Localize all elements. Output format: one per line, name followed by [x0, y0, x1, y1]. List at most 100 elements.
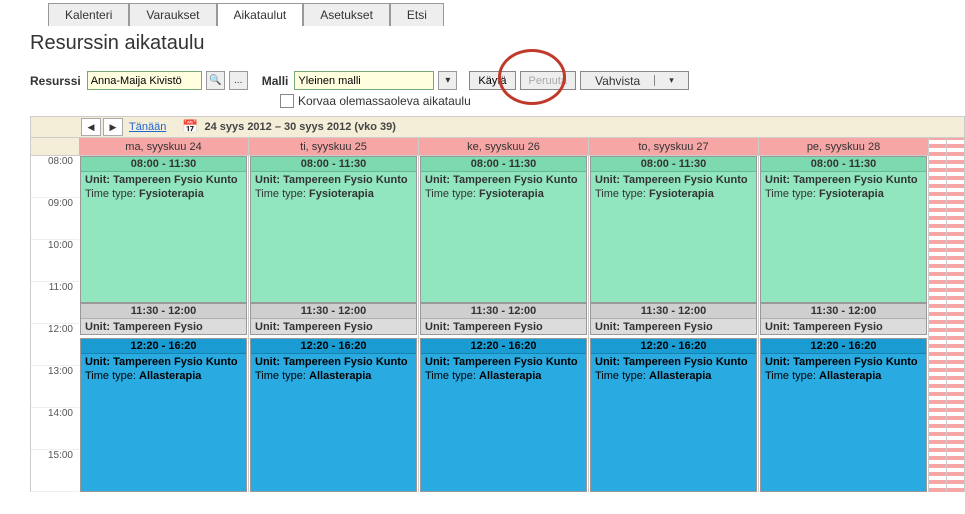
- search-icon[interactable]: 🔍: [206, 71, 225, 90]
- event-body: Unit: Tampereen Fysio: [251, 319, 416, 335]
- time-label: 14:00: [31, 408, 79, 450]
- time-label: 13:00: [31, 366, 79, 408]
- calendar-icon[interactable]: 📅: [182, 119, 198, 135]
- event-time: 11:30 - 12:00: [761, 304, 926, 319]
- event-body: Unit: Tampereen Fysio KuntoTime type: Fy…: [81, 172, 246, 204]
- dropdown-icon[interactable]: ▾: [438, 71, 457, 90]
- event-time: 11:30 - 12:00: [81, 304, 246, 319]
- time-cells: 08:0009:0010:0011:0012:0013:0014:0015:00: [31, 156, 79, 492]
- time-label: 12:00: [31, 324, 79, 366]
- day-column: ke, syyskuu 2608:00 - 11:30Unit: Tampere…: [419, 138, 589, 492]
- date-range: 24 syys 2012 – 30 syys 2012 (vko 39): [205, 121, 396, 133]
- calendar-grid: 08:0009:0010:0011:0012:0013:0014:0015:00…: [30, 138, 965, 492]
- event-time: 12:20 - 16:20: [81, 339, 246, 354]
- event-body: Unit: Tampereen Fysio: [421, 319, 586, 335]
- event-body: Unit: Tampereen Fysio KuntoTime type: Fy…: [421, 172, 586, 204]
- tab-asetukset[interactable]: Asetukset: [303, 3, 390, 26]
- resurssi-label: Resurssi: [30, 74, 81, 88]
- calendar-event[interactable]: 11:30 - 12:00Unit: Tampereen Fysio: [80, 303, 247, 335]
- calendar-event[interactable]: 12:20 - 16:20Unit: Tampereen Fysio Kunto…: [420, 338, 587, 492]
- apply-button[interactable]: Käytä: [469, 71, 515, 90]
- calendar: ◀ ▶ Tänään 📅 24 syys 2012 – 30 syys 2012…: [30, 116, 965, 492]
- tab-etsi[interactable]: Etsi: [390, 3, 444, 26]
- event-time: 11:30 - 12:00: [591, 304, 756, 319]
- confirm-select[interactable]: Vahvista ▾: [580, 71, 689, 90]
- day-header: ti, syyskuu 25: [249, 138, 418, 156]
- event-time: 08:00 - 11:30: [81, 157, 246, 172]
- time-label: 10:00: [31, 240, 79, 282]
- page-title: Resurssin aikataulu: [30, 32, 965, 55]
- cancel-button: Peruuta: [520, 71, 577, 90]
- calendar-event[interactable]: 08:00 - 11:30Unit: Tampereen Fysio Kunto…: [760, 156, 927, 303]
- event-body: Unit: Tampereen Fysio KuntoTime type: Al…: [251, 354, 416, 386]
- time-label: 09:00: [31, 198, 79, 240]
- event-time: 08:00 - 11:30: [421, 157, 586, 172]
- day-slots: 08:00 - 11:30Unit: Tampereen Fysio Kunto…: [589, 156, 758, 492]
- day-header: pe, syyskuu 28: [759, 138, 928, 156]
- weekend-sat: [929, 138, 947, 492]
- calendar-event[interactable]: 08:00 - 11:30Unit: Tampereen Fysio Kunto…: [80, 156, 247, 303]
- day-columns: ma, syyskuu 2408:00 - 11:30Unit: Tampere…: [79, 138, 929, 492]
- day-header: ma, syyskuu 24: [79, 138, 248, 156]
- tab-aikataulut[interactable]: Aikataulut: [217, 3, 304, 26]
- event-time: 11:30 - 12:00: [421, 304, 586, 319]
- event-body: Unit: Tampereen Fysio KuntoTime type: Al…: [421, 354, 586, 386]
- confirm-label: Vahvista: [581, 74, 654, 88]
- calendar-event[interactable]: 11:30 - 12:00Unit: Tampereen Fysio: [420, 303, 587, 335]
- weekend-sun: [947, 138, 965, 492]
- calendar-event[interactable]: 11:30 - 12:00Unit: Tampereen Fysio: [250, 303, 417, 335]
- calendar-event[interactable]: 12:20 - 16:20Unit: Tampereen Fysio Kunto…: [590, 338, 757, 492]
- controls-row: Resurssi 🔍 ... Malli ▾ Käytä Peruuta Vah…: [30, 71, 965, 90]
- event-body: Unit: Tampereen Fysio KuntoTime type: Fy…: [761, 172, 926, 204]
- calendar-event[interactable]: 11:30 - 12:00Unit: Tampereen Fysio: [590, 303, 757, 335]
- event-body: Unit: Tampereen Fysio: [761, 319, 926, 335]
- day-header: to, syyskuu 27: [589, 138, 758, 156]
- calendar-event[interactable]: 12:20 - 16:20Unit: Tampereen Fysio Kunto…: [80, 338, 247, 492]
- browse-button[interactable]: ...: [229, 71, 248, 90]
- overwrite-row: Korvaa olemassaoleva aikataulu: [280, 94, 965, 108]
- calendar-event[interactable]: 11:30 - 12:00Unit: Tampereen Fysio: [760, 303, 927, 335]
- event-body: Unit: Tampereen Fysio KuntoTime type: Al…: [761, 354, 926, 386]
- day-slots: 08:00 - 11:30Unit: Tampereen Fysio Kunto…: [419, 156, 588, 492]
- tab-kalenteri[interactable]: Kalenteri: [48, 3, 129, 26]
- event-time: 12:20 - 16:20: [421, 339, 586, 354]
- day-column: to, syyskuu 2708:00 - 11:30Unit: Tampere…: [589, 138, 759, 492]
- event-body: Unit: Tampereen Fysio KuntoTime type: Al…: [81, 354, 246, 386]
- tab-bar: KalenteriVarauksetAikataulutAsetuksetEts…: [48, 3, 965, 26]
- day-header: ke, syyskuu 26: [419, 138, 588, 156]
- event-body: Unit: Tampereen Fysio: [81, 319, 246, 335]
- time-column: 08:0009:0010:0011:0012:0013:0014:0015:00: [31, 138, 79, 492]
- calendar-event[interactable]: 08:00 - 11:30Unit: Tampereen Fysio Kunto…: [250, 156, 417, 303]
- event-body: Unit: Tampereen Fysio: [591, 319, 756, 335]
- prev-button[interactable]: ◀: [81, 118, 101, 136]
- event-time: 11:30 - 12:00: [251, 304, 416, 319]
- time-label: 15:00: [31, 450, 79, 492]
- malli-input[interactable]: [294, 71, 434, 90]
- calendar-event[interactable]: 08:00 - 11:30Unit: Tampereen Fysio Kunto…: [590, 156, 757, 303]
- day-column: ti, syyskuu 2508:00 - 11:30Unit: Tampere…: [249, 138, 419, 492]
- chevron-down-icon: ▾: [654, 75, 688, 86]
- event-time: 12:20 - 16:20: [591, 339, 756, 354]
- event-body: Unit: Tampereen Fysio KuntoTime type: Al…: [591, 354, 756, 386]
- event-body: Unit: Tampereen Fysio KuntoTime type: Fy…: [251, 172, 416, 204]
- next-button[interactable]: ▶: [103, 118, 123, 136]
- today-link[interactable]: Tänään: [129, 121, 166, 133]
- day-slots: 08:00 - 11:30Unit: Tampereen Fysio Kunto…: [79, 156, 248, 492]
- calendar-event[interactable]: 12:20 - 16:20Unit: Tampereen Fysio Kunto…: [760, 338, 927, 492]
- day-slots: 08:00 - 11:30Unit: Tampereen Fysio Kunto…: [759, 156, 928, 492]
- day-column: ma, syyskuu 2408:00 - 11:30Unit: Tampere…: [79, 138, 249, 492]
- time-label: 11:00: [31, 282, 79, 324]
- calendar-event[interactable]: 12:20 - 16:20Unit: Tampereen Fysio Kunto…: [250, 338, 417, 492]
- day-column: pe, syyskuu 2808:00 - 11:30Unit: Tampere…: [759, 138, 929, 492]
- event-time: 08:00 - 11:30: [251, 157, 416, 172]
- calendar-event[interactable]: 08:00 - 11:30Unit: Tampereen Fysio Kunto…: [420, 156, 587, 303]
- event-body: Unit: Tampereen Fysio KuntoTime type: Fy…: [591, 172, 756, 204]
- resurssi-input[interactable]: [87, 71, 202, 90]
- tab-varaukset[interactable]: Varaukset: [129, 3, 216, 26]
- event-time: 08:00 - 11:30: [591, 157, 756, 172]
- overwrite-checkbox[interactable]: [280, 94, 294, 108]
- malli-label: Malli: [262, 74, 289, 88]
- time-label: 08:00: [31, 156, 79, 198]
- event-time: 12:20 - 16:20: [761, 339, 926, 354]
- event-time: 12:20 - 16:20: [251, 339, 416, 354]
